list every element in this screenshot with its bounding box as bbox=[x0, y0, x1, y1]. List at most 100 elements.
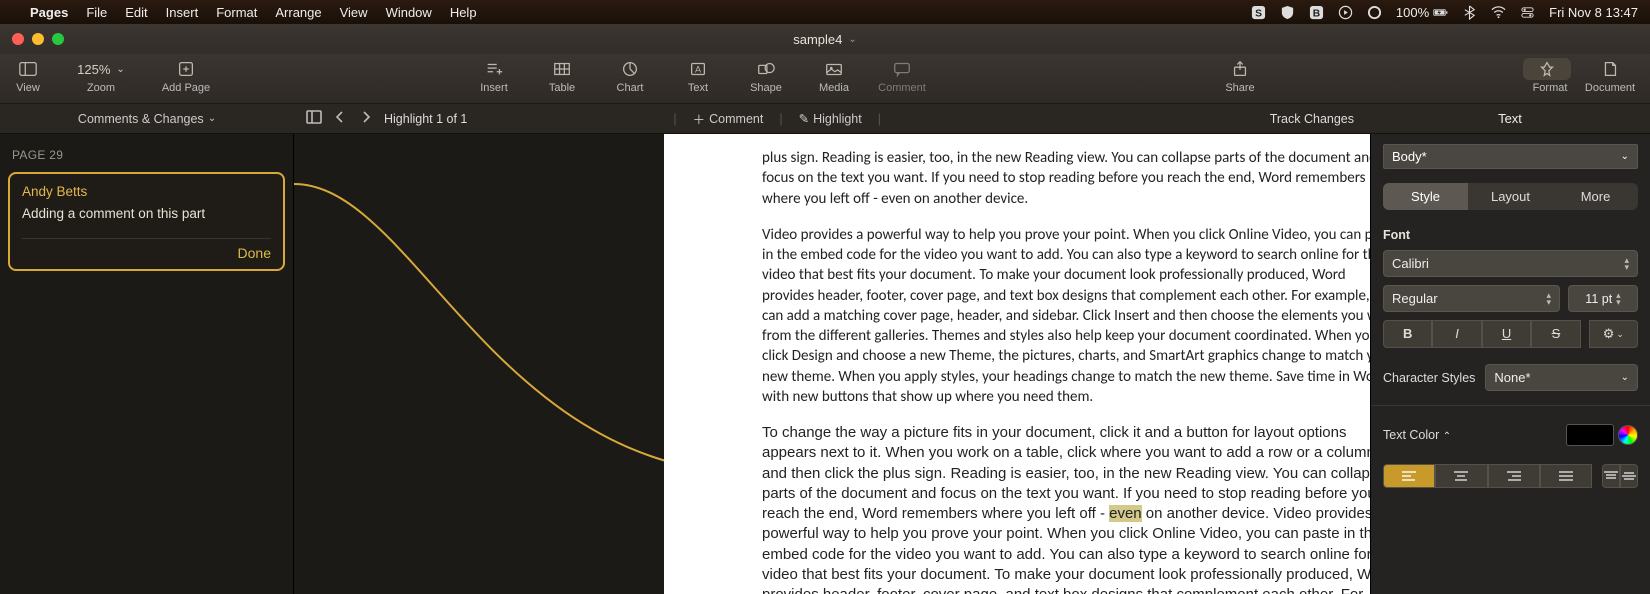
character-styles-label: Character Styles bbox=[1383, 371, 1475, 385]
font-size-value: 11 pt bbox=[1585, 292, 1612, 306]
macos-menubar: Pages File Edit Insert Format Arrange Vi… bbox=[0, 0, 1650, 24]
media-label: Media bbox=[819, 82, 849, 94]
text-button[interactable]: A Text bbox=[668, 58, 728, 94]
highlighter-icon: ✎ bbox=[799, 111, 809, 126]
comments-changes-dropdown[interactable]: Comments & Changes ⌄ bbox=[0, 112, 294, 126]
paragraph-style-dropdown[interactable]: Body* ⌄ bbox=[1383, 144, 1638, 169]
comment-done-button[interactable]: Done bbox=[22, 238, 271, 261]
comment-connector-line bbox=[294, 134, 664, 594]
character-styles-dropdown[interactable]: None* ⌄ bbox=[1485, 364, 1638, 391]
format-button[interactable]: Format bbox=[1520, 58, 1580, 94]
control-center-icon[interactable] bbox=[1520, 5, 1535, 20]
menu-insert[interactable]: Insert bbox=[166, 5, 199, 20]
stepper-icon: ▴▾ bbox=[1546, 292, 1551, 306]
circle-icon[interactable] bbox=[1367, 5, 1382, 20]
next-highlight-button[interactable] bbox=[358, 109, 374, 128]
zoom-control[interactable]: 125%⌄ Zoom bbox=[56, 58, 146, 94]
format-label: Format bbox=[1533, 82, 1568, 94]
thumbnails-toggle[interactable] bbox=[306, 109, 322, 128]
align-justify-button[interactable] bbox=[1540, 464, 1592, 488]
gear-icon: ⚙ bbox=[1603, 326, 1615, 342]
zoom-window-button[interactable] bbox=[52, 33, 64, 45]
share-button[interactable]: Share bbox=[1210, 58, 1270, 94]
document-page[interactable]: plus sign. Reading is easier, too, in th… bbox=[664, 134, 1370, 594]
chart-button[interactable]: Chart bbox=[600, 58, 660, 94]
track-changes-button[interactable]: Track Changes bbox=[1270, 112, 1354, 126]
menu-edit[interactable]: Edit bbox=[125, 5, 147, 20]
table-button[interactable]: Table bbox=[532, 58, 592, 94]
text-color-swatch[interactable] bbox=[1566, 424, 1614, 446]
add-page-label: Add Page bbox=[162, 82, 210, 94]
character-styles-value: None* bbox=[1494, 370, 1530, 385]
tab-style[interactable]: Style bbox=[1383, 183, 1468, 210]
italic-button[interactable]: I bbox=[1432, 320, 1481, 348]
disclosure-icon[interactable]: ⌃ bbox=[1443, 431, 1451, 442]
bold-button[interactable]: B bbox=[1383, 320, 1432, 348]
comment-action-label: Comment bbox=[709, 112, 763, 126]
align-middle-button[interactable] bbox=[1620, 464, 1638, 488]
highlight-button[interactable]: ✎ Highlight bbox=[799, 111, 862, 126]
font-weight-value: Regular bbox=[1392, 291, 1438, 306]
highlight-action-label: Highlight bbox=[813, 112, 862, 126]
shield-icon[interactable] bbox=[1280, 5, 1295, 20]
wifi-icon[interactable] bbox=[1491, 5, 1506, 20]
align-left-button[interactable] bbox=[1383, 464, 1435, 488]
text-label: Text bbox=[688, 82, 708, 94]
menubar-clock[interactable]: Fri Nov 8 13:47 bbox=[1549, 5, 1638, 20]
tab-more[interactable]: More bbox=[1553, 183, 1638, 210]
view-button[interactable]: View bbox=[0, 58, 56, 94]
shape-label: Shape bbox=[750, 82, 782, 94]
chevron-down-icon: ⌄ bbox=[1616, 329, 1624, 340]
status-letter-s-icon[interactable]: S bbox=[1251, 5, 1266, 20]
document-label: Document bbox=[1585, 82, 1635, 94]
play-circle-icon[interactable] bbox=[1338, 5, 1353, 20]
paragraph[interactable]: Video provides a powerful way to help yo… bbox=[762, 225, 1370, 407]
prev-highlight-button[interactable] bbox=[332, 109, 348, 128]
status-letter-b-icon[interactable]: B bbox=[1309, 5, 1324, 20]
paragraph-style-value: Body* bbox=[1392, 149, 1427, 164]
menu-arrange[interactable]: Arrange bbox=[275, 5, 321, 20]
document-canvas[interactable]: plus sign. Reading is easier, too, in th… bbox=[294, 134, 1370, 594]
align-center-button[interactable] bbox=[1435, 464, 1487, 488]
bluetooth-icon[interactable] bbox=[1462, 5, 1477, 20]
add-page-button[interactable]: Add Page bbox=[146, 58, 226, 94]
tab-layout[interactable]: Layout bbox=[1468, 183, 1553, 210]
document-button[interactable]: Document bbox=[1580, 58, 1640, 94]
add-comment-button[interactable]: ＋Comment bbox=[693, 109, 764, 128]
close-window-button[interactable] bbox=[12, 33, 24, 45]
menu-help[interactable]: Help bbox=[450, 5, 477, 20]
inspector-title: Text bbox=[1370, 111, 1650, 126]
svg-text:B: B bbox=[1313, 8, 1320, 19]
paragraph[interactable]: To change the way a picture fits in your… bbox=[762, 423, 1370, 594]
font-family-dropdown[interactable]: Calibri ▴▾ bbox=[1383, 250, 1638, 277]
inspector-tabs: Style Layout More bbox=[1383, 183, 1638, 210]
insert-button[interactable]: Insert bbox=[464, 58, 524, 94]
minimize-window-button[interactable] bbox=[32, 33, 44, 45]
align-right-button[interactable] bbox=[1488, 464, 1540, 488]
document-title[interactable]: sample4 ⌄ bbox=[793, 32, 857, 47]
highlighted-text[interactable]: even bbox=[1109, 505, 1142, 522]
menu-view[interactable]: View bbox=[340, 5, 368, 20]
media-button[interactable]: Media bbox=[804, 58, 864, 94]
underline-button[interactable]: U bbox=[1482, 320, 1531, 348]
comments-changes-label: Comments & Changes bbox=[78, 112, 204, 126]
view-label: View bbox=[16, 82, 40, 94]
font-weight-dropdown[interactable]: Regular ▴▾ bbox=[1383, 285, 1560, 312]
menu-file[interactable]: File bbox=[86, 5, 107, 20]
comment-label: Comment bbox=[878, 82, 926, 94]
shape-button[interactable]: Shape bbox=[736, 58, 796, 94]
font-size-stepper[interactable]: 11 pt ▴▾ bbox=[1568, 285, 1638, 312]
strikethrough-button[interactable]: S bbox=[1531, 320, 1580, 348]
comment-button[interactable]: Comment bbox=[872, 58, 932, 94]
comment-card[interactable]: Andy Betts Adding a comment on this part… bbox=[8, 172, 285, 271]
app-menu[interactable]: Pages bbox=[30, 5, 68, 20]
align-top-button[interactable] bbox=[1602, 464, 1620, 488]
highlight-counter: Highlight 1 of 1 bbox=[384, 112, 467, 126]
menu-window[interactable]: Window bbox=[386, 5, 432, 20]
color-wheel-button[interactable] bbox=[1618, 425, 1638, 445]
text-options-button[interactable]: ⚙⌄ bbox=[1589, 320, 1638, 348]
menu-format[interactable]: Format bbox=[216, 5, 257, 20]
paragraph[interactable]: plus sign. Reading is easier, too, in th… bbox=[762, 148, 1370, 209]
stepper-icon: ▴▾ bbox=[1624, 257, 1629, 271]
battery-status[interactable]: 100% bbox=[1396, 5, 1448, 20]
